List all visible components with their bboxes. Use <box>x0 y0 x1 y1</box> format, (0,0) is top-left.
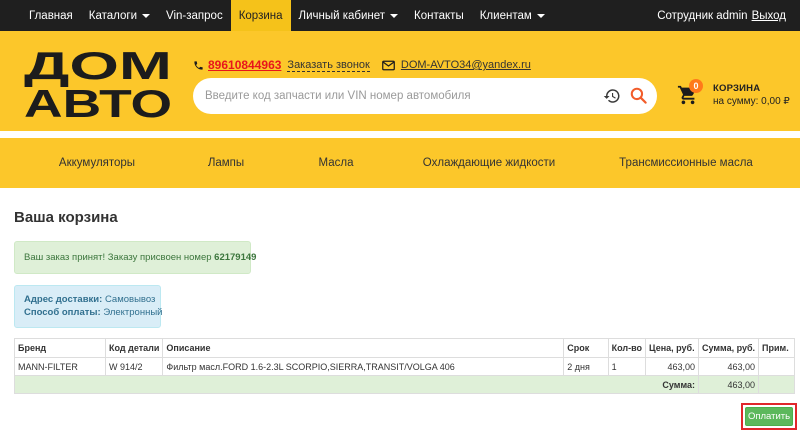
mail-icon <box>382 60 395 70</box>
cart-table: Бренд Код детали Описание Срок Кол-во Це… <box>13 338 795 394</box>
page-title: Ваша корзина <box>14 209 118 226</box>
category-coolants[interactable]: Охлаждающие жидкости <box>423 138 555 188</box>
search-icon[interactable] <box>629 86 648 105</box>
cart-title: КОРЗИНА <box>713 83 761 94</box>
search-input[interactable] <box>205 87 595 105</box>
cell-term: 2 дня <box>563 357 609 376</box>
column-header: Описание <box>162 338 565 358</box>
column-header: Сумма, руб. <box>697 338 760 358</box>
nav-item-clients[interactable]: Клиентам <box>472 0 553 31</box>
category-batteries[interactable]: Аккумуляторы <box>59 138 135 188</box>
nav-item-label: Контакты <box>414 9 464 22</box>
cell-price: 463,00 <box>645 357 699 376</box>
caret-down-icon <box>142 14 151 18</box>
cart-count-badge: 0 <box>689 79 703 93</box>
logo-text-top: ДОМ <box>24 45 172 88</box>
cell-quantity: 1 <box>607 357 647 376</box>
column-header: Кол-во <box>607 338 647 358</box>
logout-link[interactable]: Выход <box>752 10 786 22</box>
nav-item-vin-request[interactable]: Vin-запрос <box>158 0 231 31</box>
order-info-alert: Адрес доставки: Самовывоз Способ оплаты:… <box>14 285 163 328</box>
nav-item-catalogs[interactable]: Каталоги <box>81 0 158 31</box>
column-header: Цена, руб. <box>645 338 699 358</box>
total-value: 463,00 <box>697 375 760 394</box>
nav-item-label: Vin-запрос <box>166 9 223 22</box>
caret-down-icon <box>390 14 399 18</box>
category-transmission-oils[interactable]: Трансмиссионные масла <box>619 138 753 188</box>
callback-link[interactable]: Заказать звонок <box>287 59 370 72</box>
pay-button[interactable]: Оплатить <box>745 407 793 426</box>
total-empty-cell <box>758 375 795 394</box>
category-oils[interactable]: Масла <box>319 138 354 188</box>
cart-sum: на сумму: 0,00 ₽ <box>713 96 790 107</box>
user-label: Сотрудник admin <box>657 9 748 22</box>
logo-text-bottom: АВТО <box>24 83 172 119</box>
cell-sum: 463,00 <box>697 357 760 376</box>
contacts: 89610844963 Заказать звонок DOM-AVTO34@y… <box>193 58 531 72</box>
nav-item-account[interactable]: Личный кабинет <box>291 0 407 31</box>
delivery-value: Самовывоз <box>104 294 156 305</box>
nav-item-label: Корзина <box>238 9 283 22</box>
order-message: Ваш заказ принят! Заказу присвоен номер <box>24 252 212 263</box>
top-nav: Главная Каталоги Vin-запрос Корзина Личн… <box>0 0 800 31</box>
search-box <box>193 78 657 114</box>
header-cart[interactable]: 0 КОРЗИНА на сумму: 0,00 ₽ <box>677 78 792 114</box>
phone-link[interactable]: 89610844963 <box>208 58 281 72</box>
column-header: Бренд <box>13 338 107 358</box>
delivery-label: Адрес доставки: <box>24 294 103 305</box>
payment-value: Электронный <box>103 306 163 318</box>
table-total-row: Сумма: 463,00 <box>14 375 795 394</box>
column-header: Код детали <box>105 338 164 358</box>
table-header-row: Бренд Код детали Описание Срок Кол-во Це… <box>13 338 795 358</box>
nav-item-label: Каталоги <box>88 9 138 22</box>
cell-brand: MANN-FILTER <box>13 357 107 376</box>
table-row: MANN-FILTER W 914/2 Фильтр масл.FORD 1.6… <box>13 357 795 376</box>
cell-description: Фильтр масл.FORD 1.6-2.3L SCORPIO,SIERRA… <box>162 357 565 376</box>
history-icon[interactable] <box>603 87 621 105</box>
order-success-alert: Ваш заказ принят! Заказу присвоен номер … <box>14 241 256 274</box>
order-number: 62179149 <box>214 252 257 263</box>
phone-icon <box>194 60 203 70</box>
nav-item-cart[interactable]: Корзина <box>230 0 291 31</box>
category-bar: Аккумуляторы Лампы Масла Охлаждающие жид… <box>0 138 800 188</box>
payment-label: Способ оплаты: <box>24 306 101 318</box>
nav-item-label: Главная <box>29 9 73 22</box>
nav-item-label: Личный кабинет <box>298 9 386 22</box>
column-header: Срок <box>563 338 609 358</box>
logo[interactable]: ДОМ АВТО <box>22 45 174 119</box>
cell-part-code: W 914/2 <box>105 357 164 376</box>
user-area: Сотрудник admin Выход <box>657 0 786 31</box>
nav-item-home[interactable]: Главная <box>0 0 81 31</box>
nav-item-contacts[interactable]: Контакты <box>406 0 472 31</box>
email-link[interactable]: DOM-AVTO34@yandex.ru <box>401 59 531 71</box>
site-header: ДОМ АВТО 89610844963 Заказать звонок DOM… <box>0 31 800 131</box>
category-lamps[interactable]: Лампы <box>208 138 244 188</box>
caret-down-icon <box>536 14 545 18</box>
nav-item-label: Клиентам <box>479 9 532 22</box>
cell-note <box>758 357 795 376</box>
column-header: Прим. <box>758 338 795 358</box>
total-label: Сумма: <box>14 375 699 394</box>
